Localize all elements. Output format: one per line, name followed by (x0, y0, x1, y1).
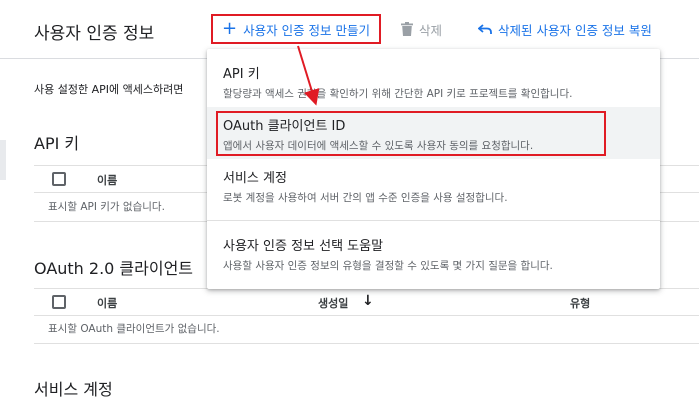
page-title: 사용자 인증 정보 (34, 24, 155, 44)
undo-icon (478, 24, 492, 34)
menu-item-api-key[interactable]: API 키 할당량과 액세스 권한을 확인하기 위해 간단한 API 키로 프로… (207, 63, 660, 101)
oauth-col-name[interactable]: 이름 (97, 295, 117, 311)
menu-item-description: 할당량과 액세스 권한을 확인하기 위해 간단한 API 키로 프로젝트를 확인… (223, 88, 573, 100)
annotation-highlight-box (216, 111, 606, 156)
menu-item-title: API 키 (223, 67, 260, 82)
sort-arrow-down-icon[interactable]: ↓ (362, 293, 374, 309)
menu-divider (207, 220, 660, 221)
menu-item-description: 사용할 사용자 인증 정보의 유형을 결정할 수 있도록 몇 가지 질문을 합니… (223, 260, 553, 272)
menu-item-description: 로봇 계정을 사용하여 서버 간의 앱 수준 인증을 사용 설정합니다. (223, 192, 508, 204)
oauth-select-all-checkbox[interactable] (52, 295, 66, 309)
left-edge-strip (0, 140, 6, 180)
oauth-col-type[interactable]: 유형 (570, 295, 590, 311)
service-accounts-section-title: 서비스 계정 (34, 380, 113, 399)
menu-item-title: 사용자 인증 정보 선택 도움말 (223, 239, 384, 254)
create-credentials-button[interactable]: + 사용자 인증 정보 만들기 (211, 14, 381, 44)
api-keys-col-name[interactable]: 이름 (97, 172, 117, 188)
page-description: 사용 설정한 API에 액세스하려면 (34, 83, 184, 96)
trash-icon (401, 22, 413, 36)
oauth-section-title: OAuth 2.0 클라이언트 (34, 259, 194, 278)
api-keys-section-title: API 키 (34, 134, 80, 153)
delete-button[interactable]: 삭제 (401, 14, 442, 44)
restore-label: 삭제된 사용자 인증 정보 복원 (498, 22, 652, 38)
create-credentials-menu: API 키 할당량과 액세스 권한을 확인하기 위해 간단한 API 키로 프로… (207, 49, 660, 289)
oauth-table-header: 이름 생성일 ↓ 유형 (34, 288, 699, 316)
plus-icon: + (222, 18, 238, 39)
oauth-empty-message: 표시할 OAuth 클라이언트가 없습니다. (34, 318, 699, 344)
menu-item-service-account[interactable]: 서비스 계정 로봇 계정을 사용하여 서버 간의 앱 수준 인증을 사용 설정합… (207, 167, 660, 205)
delete-label: 삭제 (419, 22, 443, 38)
api-keys-select-all-checkbox[interactable] (52, 172, 66, 186)
restore-deleted-credentials-button[interactable]: 삭제된 사용자 인증 정보 복원 (478, 14, 652, 44)
oauth-col-created[interactable]: 생성일 (318, 295, 348, 311)
menu-item-credential-help[interactable]: 사용자 인증 정보 선택 도움말 사용할 사용자 인증 정보의 유형을 결정할 … (207, 235, 660, 273)
create-credentials-label: 사용자 인증 정보 만들기 (243, 22, 371, 38)
menu-item-title: 서비스 계정 (223, 171, 287, 186)
